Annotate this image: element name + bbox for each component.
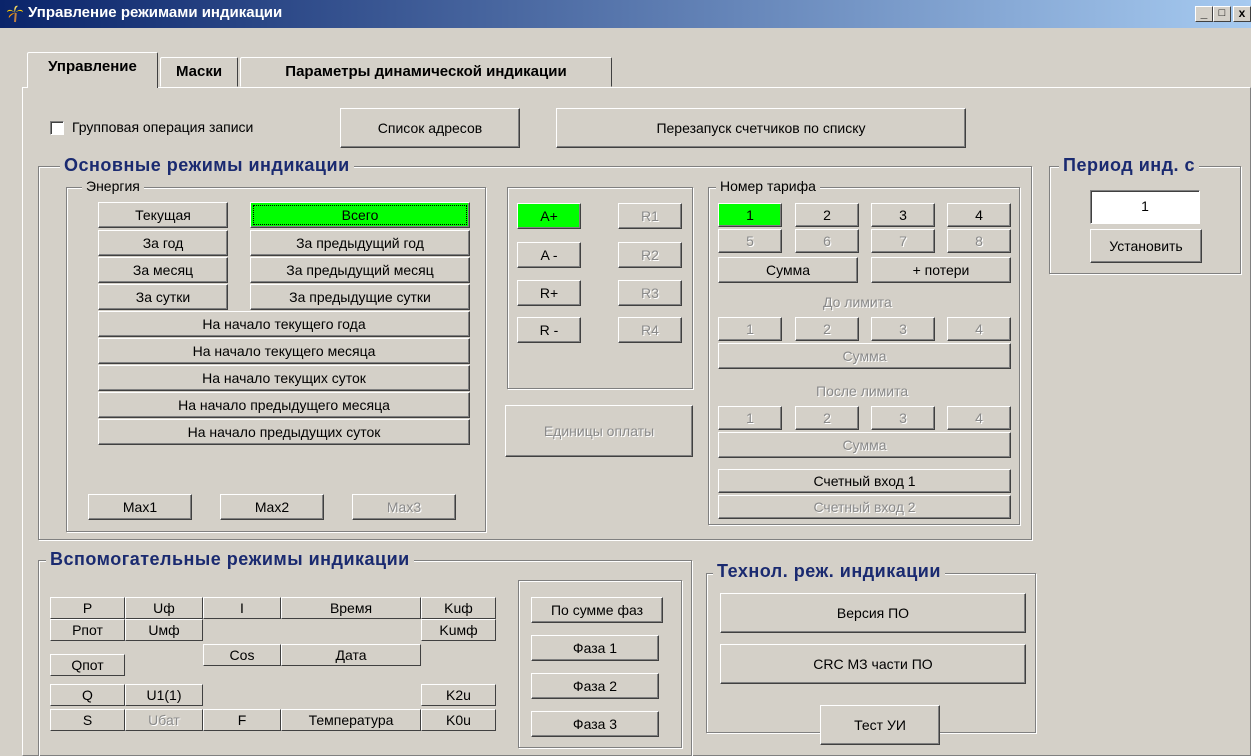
after-limit-label: После лимита xyxy=(816,383,909,399)
before-limit-1-button[interactable]: 1 xyxy=(718,317,782,341)
r-minus-button[interactable]: R - xyxy=(517,317,581,343)
palm-tree-icon xyxy=(6,5,24,23)
before-limit-4-button[interactable]: 4 xyxy=(947,317,1011,341)
main-modes-title: Основные режимы индикации xyxy=(60,155,354,176)
r1-button[interactable]: R1 xyxy=(618,203,682,229)
losses-button[interactable]: + потери xyxy=(871,257,1011,283)
cos-button[interactable]: Cos xyxy=(203,644,281,666)
counter-input-1-button[interactable]: Счетный вход 1 xyxy=(718,469,1011,493)
close-button[interactable]: x xyxy=(1233,6,1251,22)
after-limit-sum-button[interactable]: Сумма xyxy=(718,432,1011,458)
a-minus-button[interactable]: A - xyxy=(517,242,581,268)
a-plus-button[interactable]: A+ xyxy=(517,203,581,229)
restart-meters-button[interactable]: Перезапуск счетчиков по списку xyxy=(556,108,966,148)
ppot-button[interactable]: Pпот xyxy=(50,619,125,641)
crc-button[interactable]: CRC МЗ части ПО xyxy=(720,644,1026,684)
per-year-button[interactable]: За год xyxy=(98,230,228,256)
total-button[interactable]: Всего xyxy=(250,202,470,228)
ubat-button[interactable]: Uбат xyxy=(125,709,203,731)
payment-units-button[interactable]: Единицы оплаты xyxy=(505,405,693,457)
f-button[interactable]: F xyxy=(203,709,281,731)
before-limit-label: До лимита xyxy=(823,294,892,310)
address-list-button[interactable]: Список адресов xyxy=(340,108,520,148)
prev-year-button[interactable]: За предыдущий год xyxy=(250,230,470,256)
tariff-title: Номер тарифа xyxy=(716,178,820,194)
phase-sum-button[interactable]: По сумме фаз xyxy=(531,597,663,623)
r3-button[interactable]: R3 xyxy=(618,280,682,306)
uf-button[interactable]: Uф xyxy=(125,597,203,619)
s-button[interactable]: S xyxy=(50,709,125,731)
date-button[interactable]: Дата xyxy=(281,644,421,666)
group-write-label: Групповая операция записи xyxy=(72,119,254,135)
period-title: Период инд. с xyxy=(1059,155,1200,176)
start-prev-month-button[interactable]: На начало предыдущего месяца xyxy=(98,392,470,418)
tariff-6-button[interactable]: 6 xyxy=(795,229,859,253)
k0u-button[interactable]: K0u xyxy=(421,709,496,731)
tariff-2-button[interactable]: 2 xyxy=(795,203,859,227)
tariff-5-button[interactable]: 5 xyxy=(718,229,782,253)
group-write-checkbox[interactable] xyxy=(50,121,64,135)
tariff-7-button[interactable]: 7 xyxy=(871,229,935,253)
max1-button[interactable]: Max1 xyxy=(88,494,192,520)
after-limit-3-button[interactable]: 3 xyxy=(871,406,935,430)
u11-button[interactable]: U1(1) xyxy=(125,684,203,706)
fw-version-button[interactable]: Версия ПО xyxy=(720,593,1026,633)
tariff-sum-button[interactable]: Сумма xyxy=(718,257,858,283)
r4-button[interactable]: R4 xyxy=(618,317,682,343)
before-limit-3-button[interactable]: 3 xyxy=(871,317,935,341)
ui-test-button[interactable]: Тест УИ xyxy=(820,705,940,745)
kumf-button[interactable]: Kuмф xyxy=(421,619,496,641)
after-limit-4-button[interactable]: 4 xyxy=(947,406,1011,430)
start-cur-month-button[interactable]: На начало текущего месяца xyxy=(98,338,470,364)
per-month-button[interactable]: За месяц xyxy=(98,257,228,283)
phase-2-button[interactable]: Фаза 2 xyxy=(531,673,659,699)
after-limit-1-button[interactable]: 1 xyxy=(718,406,782,430)
prev-month-button[interactable]: За предыдущий месяц xyxy=(250,257,470,283)
max3-button[interactable]: Max3 xyxy=(352,494,456,520)
current-button[interactable]: Текущая xyxy=(98,202,228,228)
phase-1-button[interactable]: Фаза 1 xyxy=(531,635,659,661)
tariff-8-button[interactable]: 8 xyxy=(947,229,1011,253)
per-day-button[interactable]: За сутки xyxy=(98,284,228,310)
energy-title: Энергия xyxy=(82,178,144,194)
kuf-button[interactable]: Kuф xyxy=(421,597,496,619)
p-button[interactable]: P xyxy=(50,597,125,619)
start-cur-year-button[interactable]: На начало текущего года xyxy=(98,311,470,337)
max2-button[interactable]: Max2 xyxy=(220,494,324,520)
period-input[interactable]: 1 xyxy=(1090,190,1200,224)
tariff-3-button[interactable]: 3 xyxy=(871,203,935,227)
temperature-button[interactable]: Температура xyxy=(281,709,421,731)
tab-dynamic-params[interactable]: Параметры динамической индикации xyxy=(240,57,612,87)
counter-input-2-button[interactable]: Счетный вход 2 xyxy=(718,495,1011,519)
umf-button[interactable]: Uмф xyxy=(125,619,203,641)
aux-modes-title: Вспомогательные режимы индикации xyxy=(46,549,414,570)
r2-button[interactable]: R2 xyxy=(618,242,682,268)
start-cur-day-button[interactable]: На начало текущих суток xyxy=(98,365,470,391)
i-button[interactable]: I xyxy=(203,597,281,619)
tariff-4-button[interactable]: 4 xyxy=(947,203,1011,227)
after-limit-2-button[interactable]: 2 xyxy=(795,406,859,430)
qpot-button[interactable]: Qпот xyxy=(50,654,125,676)
k2u-button[interactable]: K2u xyxy=(421,684,496,706)
tariff-1-button[interactable]: 1 xyxy=(718,203,782,227)
phase-3-button[interactable]: Фаза 3 xyxy=(531,711,659,737)
tab-control[interactable]: Управление xyxy=(27,52,158,88)
maximize-button[interactable]: □ xyxy=(1213,6,1231,22)
tab-masks[interactable]: Маски xyxy=(160,57,238,87)
window-title: Управление режимами индикации xyxy=(28,4,283,21)
tech-modes-title: Технол. реж. индикации xyxy=(713,561,945,582)
start-prev-day-button[interactable]: На начало предыдущих суток xyxy=(98,419,470,445)
time-button[interactable]: Время xyxy=(281,597,421,619)
minimize-button[interactable]: _ xyxy=(1195,6,1213,22)
before-limit-2-button[interactable]: 2 xyxy=(795,317,859,341)
prev-day-button[interactable]: За предыдущие сутки xyxy=(250,284,470,310)
q-button[interactable]: Q xyxy=(50,684,125,706)
before-limit-sum-button[interactable]: Сумма xyxy=(718,343,1011,369)
r-plus-button[interactable]: R+ xyxy=(517,280,581,306)
set-period-button[interactable]: Установить xyxy=(1090,229,1202,263)
